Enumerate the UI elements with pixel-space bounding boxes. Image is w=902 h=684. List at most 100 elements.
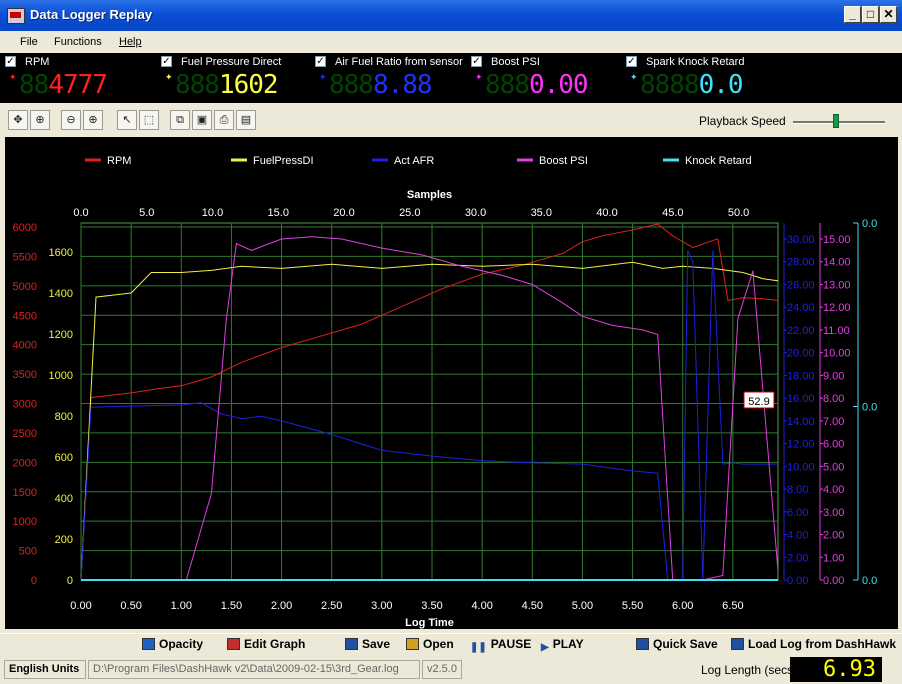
afr-axis-tick-label: 2.00 xyxy=(787,552,808,564)
gauge-display: 8881602 xyxy=(175,70,279,100)
print-preview-icon[interactable]: ▤ xyxy=(236,110,256,130)
x-top-tick-label: 0.0 xyxy=(73,207,88,219)
title-bar: Data Logger Replay _ □ ✕ xyxy=(0,0,902,31)
quick-save-button[interactable]: Quick Save xyxy=(636,637,718,651)
gauge-checkbox[interactable]: ✓ xyxy=(161,56,172,67)
x-top-tick-label: 50.0 xyxy=(728,207,749,219)
opacity-icon xyxy=(142,638,155,650)
edit-graph-icon xyxy=(227,638,240,650)
boost-axis-tick-label: 9.00 xyxy=(823,370,844,382)
gauge-display: 88880.0 xyxy=(640,70,744,100)
gauge-unlit-digits: 888 xyxy=(329,70,374,100)
x-bottom-axis-title: Log Time xyxy=(405,617,454,629)
afr-axis-tick-label: 26.00 xyxy=(787,279,815,291)
boost-axis-tick-label: 7.00 xyxy=(823,416,844,428)
gauge-checkbox[interactable]: ✓ xyxy=(5,56,16,67)
action-label: Open xyxy=(423,637,454,651)
rpm-axis-tick-label: 5000 xyxy=(13,281,37,293)
select-box-icon[interactable]: ⬚ xyxy=(139,110,159,130)
open-log-button[interactable]: Open xyxy=(406,637,454,651)
gauge-unlit-digits: 888 xyxy=(175,70,220,100)
boost-axis-tick-label: 8.00 xyxy=(823,393,844,405)
menu-functions[interactable]: Functions xyxy=(54,36,102,48)
rpm-axis-tick-label: 3500 xyxy=(13,369,37,381)
gauge-label: RPM xyxy=(25,56,50,68)
play-button[interactable]: ▶ PLAY xyxy=(541,637,584,654)
gauge-display: 8880.00 xyxy=(485,70,589,100)
gauge-checkbox[interactable]: ✓ xyxy=(471,56,482,67)
gauge-marker-icon: ✦ xyxy=(475,72,483,82)
x-top-tick-label: 40.0 xyxy=(596,207,617,219)
series-line-3 xyxy=(81,236,779,581)
copy-icon[interactable]: ⧉ xyxy=(170,110,190,130)
pan-icon[interactable]: ✥ xyxy=(8,110,28,130)
knock-axis-tick-label: 0.0 xyxy=(862,218,877,230)
x-bottom-tick-label: 6.00 xyxy=(672,600,693,612)
rpm-axis-tick-label: 1500 xyxy=(13,487,37,499)
gauge-checkbox[interactable]: ✓ xyxy=(315,56,326,67)
rpm-axis-tick-label: 2000 xyxy=(13,457,37,469)
x-top-tick-label: 10.0 xyxy=(202,207,223,219)
rpm-axis-tick-label: 4000 xyxy=(13,340,37,352)
save-icon[interactable]: ▣ xyxy=(192,110,212,130)
knock-axis-tick-label: 0.0 xyxy=(862,575,877,587)
save-icon xyxy=(345,638,358,650)
boost-axis-tick-label: 2.00 xyxy=(823,530,844,542)
pause-button[interactable]: ❚❚ PAUSE xyxy=(470,637,531,654)
play-icon: ▶ xyxy=(541,642,549,653)
zoom-fit-icon[interactable]: ⊕ xyxy=(30,110,50,130)
load-log-button[interactable]: Load Log from DashHawk xyxy=(731,637,896,651)
playback-speed-slider[interactable] xyxy=(833,114,840,128)
x-top-tick-label: 5.0 xyxy=(139,207,154,219)
afr-axis-tick-label: 0.00 xyxy=(787,575,808,587)
fuel-axis-tick-label: 1000 xyxy=(49,370,73,382)
print-icon[interactable]: ⎙ xyxy=(214,110,234,130)
x-top-tick-label: 45.0 xyxy=(662,207,683,219)
legend-label: FuelPressDI xyxy=(253,155,314,167)
gauge-label: Spark Knock Retard xyxy=(646,56,745,68)
x-top-tick-label: 35.0 xyxy=(531,207,552,219)
pointer-icon[interactable]: ↖ xyxy=(117,110,137,130)
gauge-marker-icon: ✦ xyxy=(319,72,327,82)
gauge-display: 884777 xyxy=(19,70,108,100)
playback-speed-label: Playback Speed xyxy=(699,114,786,128)
gauge-marker-icon: ✦ xyxy=(630,72,638,82)
afr-axis-tick-label: 22.00 xyxy=(787,325,815,337)
x-bottom-tick-label: 3.50 xyxy=(421,600,442,612)
fuel-axis-tick-label: 800 xyxy=(55,411,73,423)
version-panel: v2.5.0 xyxy=(422,660,462,679)
close-button[interactable]: ✕ xyxy=(880,6,897,23)
graph-area[interactable]: 0.00 0.50 1.00 1.50 2.00 2.50 3.00 3.50 4.00 4.50… xyxy=(5,137,898,629)
menu-help[interactable]: Help xyxy=(119,36,142,48)
x-bottom-tick-label: 0.00 xyxy=(70,600,91,612)
minimize-button[interactable]: _ xyxy=(844,6,861,23)
action-label: Edit Graph xyxy=(244,637,306,651)
chart[interactable]: 0.00 0.50 1.00 1.50 2.00 2.50 3.00 3.50 4.00 4.50… xyxy=(5,137,898,629)
edit-graph-button[interactable]: Edit Graph xyxy=(227,637,305,651)
gauge-checkbox[interactable]: ✓ xyxy=(626,56,637,67)
boost-axis-tick-label: 14.00 xyxy=(823,257,851,269)
boost-axis-tick-label: 12.00 xyxy=(823,302,851,314)
x-bottom-tick-label: 4.00 xyxy=(471,600,492,612)
rpm-axis-tick-label: 4500 xyxy=(13,310,37,322)
zoom-in-icon[interactable]: ⊕ xyxy=(83,110,103,130)
save-log-button[interactable]: Save xyxy=(345,637,390,651)
menu-file[interactable]: File xyxy=(20,36,38,48)
zoom-out-icon[interactable]: ⊖ xyxy=(61,110,81,130)
boost-axis-tick-label: 5.00 xyxy=(823,461,844,473)
boost-axis-tick-label: 4.00 xyxy=(823,484,844,496)
series-line-0 xyxy=(80,223,779,581)
x-top-tick-label: 25.0 xyxy=(399,207,420,219)
gauge-value: 4777 xyxy=(48,70,108,100)
log-length-value: 6.93 xyxy=(790,657,882,682)
opacity-button[interactable]: Opacity xyxy=(142,637,203,651)
action-label: Load Log from DashHawk xyxy=(748,637,897,651)
x-bottom-tick-label: 5.00 xyxy=(572,600,593,612)
afr-axis-tick-label: 28.00 xyxy=(787,257,815,269)
pause-icon: ❚❚ xyxy=(470,642,487,653)
boost-axis-tick-label: 0.00 xyxy=(823,575,844,587)
load-log-icon xyxy=(731,638,744,650)
maximize-button[interactable]: □ xyxy=(862,6,879,23)
action-label: Save xyxy=(362,637,391,651)
x-bottom-tick-label: 3.00 xyxy=(371,600,392,612)
